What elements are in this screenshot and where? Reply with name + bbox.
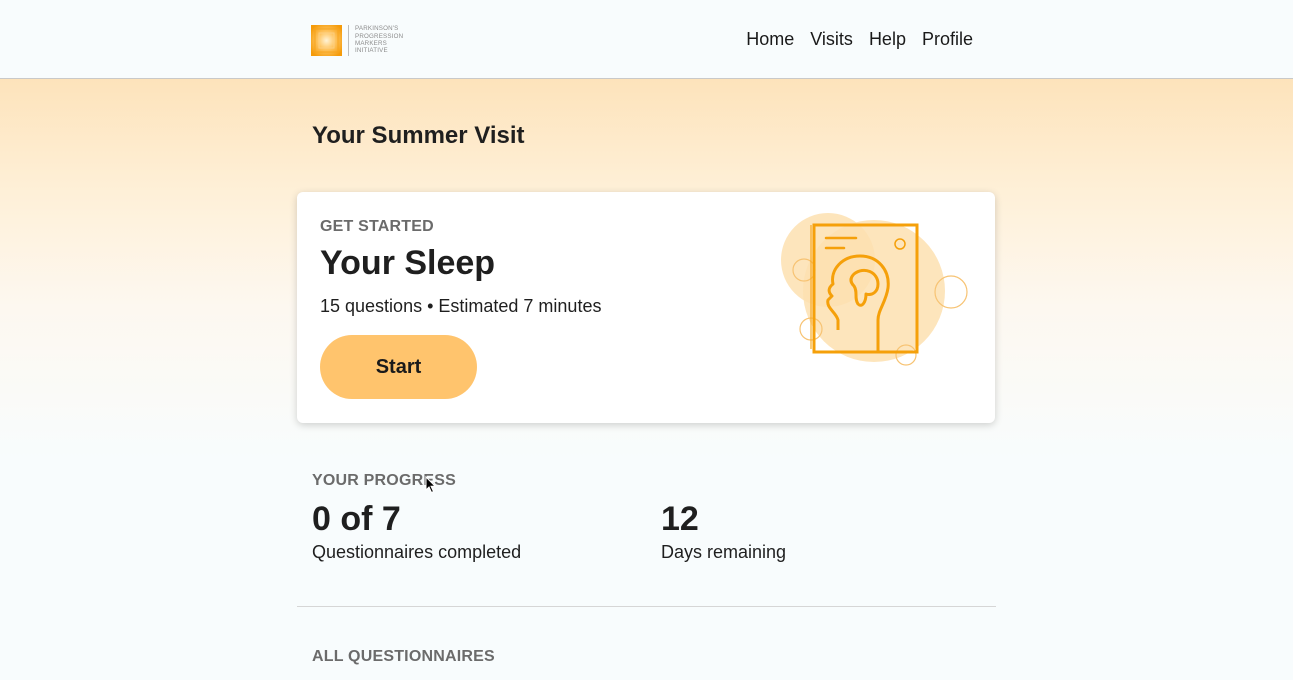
nav-visits[interactable]: Visits [810, 29, 853, 50]
main-nav: Home Visits Help Profile [746, 29, 973, 50]
nav-profile[interactable]: Profile [922, 29, 973, 50]
ppmi-logo[interactable]: PARKINSON'S PROGRESSION MARKERS INITIATI… [311, 23, 403, 57]
page-title: Your Summer Visit [312, 122, 525, 149]
all-questionnaires-heading: ALL QUESTIONNAIRES [312, 648, 495, 665]
mouse-cursor-icon [425, 476, 437, 494]
logo-line: PARKINSON'S [355, 25, 399, 33]
logo-wordmark: PARKINSON'S PROGRESSION MARKERS INITIATI… [355, 25, 403, 55]
start-button[interactable]: Start [320, 335, 477, 399]
card-title: Your Sleep [320, 244, 496, 282]
logo-line: MARKERS [355, 40, 387, 47]
logo-divider [348, 24, 349, 56]
card-meta: 15 questions • Estimated 7 minutes [320, 296, 602, 316]
days-remaining-value: 12 [661, 500, 699, 538]
nav-home[interactable]: Home [746, 29, 794, 50]
head-profile-document-icon [781, 213, 968, 366]
card-eyebrow: GET STARTED [320, 218, 434, 235]
section-divider [297, 606, 996, 607]
ppmi-logo-mark-icon [311, 24, 342, 56]
questionnaire-card: GET STARTED Your Sleep 15 questions • Es… [297, 192, 995, 423]
questionnaires-completed-label: Questionnaires completed [312, 542, 522, 562]
logo-line: INITIATIVE [355, 47, 388, 55]
nav-help[interactable]: Help [869, 29, 906, 50]
site-header: PARKINSON'S PROGRESSION MARKERS INITIATI… [0, 0, 1293, 79]
days-remaining-label: Days remaining [661, 542, 787, 562]
logo-line: PROGRESSION [355, 32, 404, 40]
questionnaires-completed-value: 0 of 7 [312, 500, 401, 538]
